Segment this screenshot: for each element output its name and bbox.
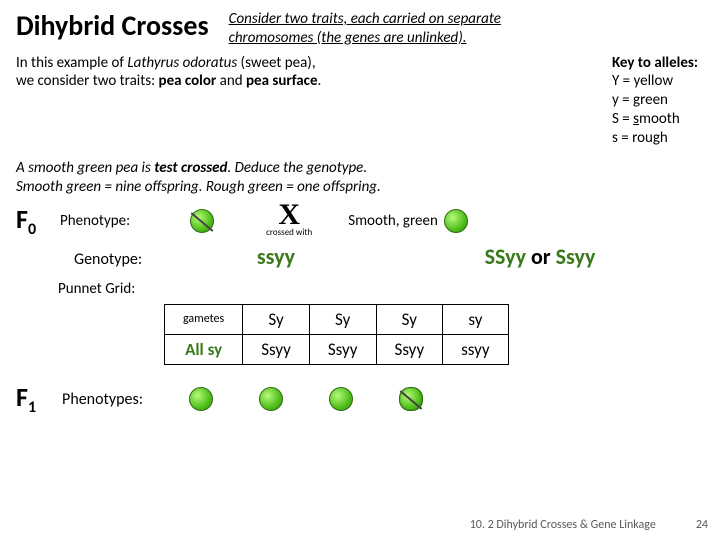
f1-label: F1 <box>16 381 36 417</box>
cross-icon: X crossed with <box>266 203 312 238</box>
pea-rough-icon <box>399 387 423 411</box>
genotype-label: Genotype: <box>16 250 202 269</box>
f0-label: F0 <box>16 203 36 239</box>
pea-icon <box>189 387 213 411</box>
pea-icon <box>259 387 283 411</box>
subtitle: Consider two traits, each carried on sep… <box>229 8 501 48</box>
genotype-left: ssyy <box>202 243 350 270</box>
footer: 10. 2 Dihybrid Crosses & Gene Linkage 24 <box>470 518 708 532</box>
phenotype-label: Phenotype: <box>60 212 130 230</box>
punnett-grid: gametes Sy Sy Sy sy All sy Ssyy Ssyy Ssy… <box>164 304 509 365</box>
page-title: Dihybrid Crosses <box>16 8 209 43</box>
grid-label: Punnet Grid: <box>16 280 704 298</box>
f1-phenotypes-label: Phenotypes: <box>62 390 143 409</box>
intro-text: In this example of Lathyrus odoratus (sw… <box>16 54 321 148</box>
allele-key: Key to alleles: Y = yellow y = green S =… <box>612 54 704 148</box>
pea-icon <box>190 209 214 233</box>
pea-icon <box>444 209 468 233</box>
phenotype-right: Smooth, green <box>348 212 438 230</box>
genotype-right: SSyy or Ssyy <box>420 243 660 270</box>
pea-icon <box>329 387 353 411</box>
deduce-text: A smooth green pea is test crossed. Dedu… <box>16 159 704 197</box>
